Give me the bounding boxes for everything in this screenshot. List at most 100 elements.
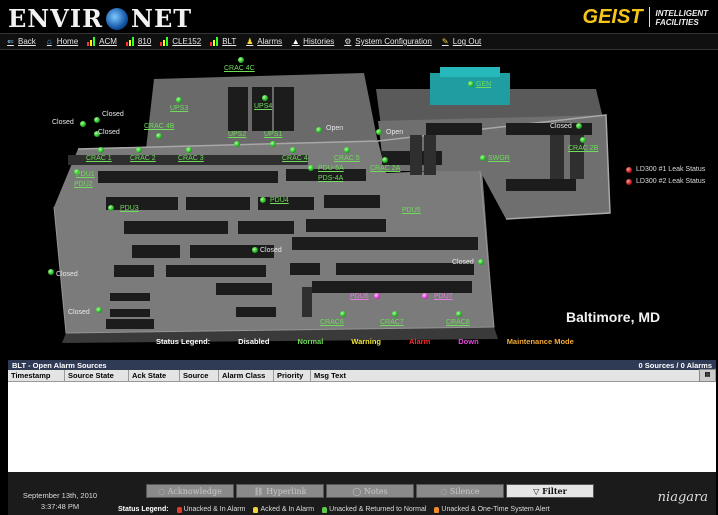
- bell-icon: [176, 506, 182, 513]
- unit-label-crac8[interactable]: CRAC8: [446, 319, 470, 326]
- unit-label-crac-4[interactable]: CRAC 4: [282, 155, 308, 162]
- status-dot[interactable]: [344, 147, 350, 153]
- status-dot[interactable]: [156, 133, 162, 139]
- unit-label-gen[interactable]: GEN: [476, 81, 491, 88]
- unit-label-crac-2b[interactable]: CRAC 2B: [568, 145, 598, 152]
- status-dot[interactable]: [576, 123, 582, 129]
- status-dot[interactable]: [392, 311, 398, 317]
- unit-label-ups2[interactable]: UPS2: [228, 131, 246, 138]
- unit-label-pdu5[interactable]: PDU5: [402, 207, 421, 214]
- unit-label-crac-3[interactable]: CRAC 3: [178, 155, 204, 162]
- unit-label-pdu1[interactable]: PDU1: [76, 171, 95, 178]
- unit-label-crac-5[interactable]: CRAC 5: [334, 155, 360, 162]
- legend-down: Down: [458, 337, 479, 346]
- bar-chart-icon: [160, 37, 169, 46]
- col-timestamp[interactable]: Timestamp: [8, 370, 65, 381]
- silence-button[interactable]: ◌ Silence: [416, 484, 504, 498]
- acknowledge-button[interactable]: ◌ Acknowledge: [146, 484, 234, 498]
- nav-810[interactable]: 810: [125, 37, 151, 46]
- nav-cle152[interactable]: CLE152: [160, 37, 201, 46]
- status-dot[interactable]: [108, 205, 114, 211]
- status-dot[interactable]: [252, 247, 258, 253]
- nav-back[interactable]: ⇐ Back: [6, 37, 36, 46]
- globe-icon: [106, 8, 129, 30]
- status-dot[interactable]: [580, 137, 586, 143]
- status-dot[interactable]: [480, 155, 486, 161]
- filter-button[interactable]: ▽ Filter: [506, 484, 594, 498]
- unit-label-crac7[interactable]: CRAC7: [380, 319, 404, 326]
- status-dot[interactable]: [238, 57, 244, 63]
- nav-blt[interactable]: BLT: [210, 37, 236, 46]
- unit-label-crac-4c[interactable]: CRAC 4C: [224, 65, 255, 72]
- nav-bar: ⇐ Back ⌂ Home ACM 810 CLE152 BLT ♟ Alarms ▲…: [0, 33, 718, 50]
- leak-status-dot[interactable]: [626, 167, 632, 173]
- home-icon: ⌂: [46, 37, 52, 46]
- status-dot[interactable]: [382, 157, 388, 163]
- nav-alarms[interactable]: ♟ Alarms: [245, 37, 282, 46]
- nav-acm[interactable]: ACM: [87, 37, 117, 46]
- bell-icon: [434, 506, 440, 513]
- unit-label-pdu3[interactable]: PDU3: [120, 205, 139, 212]
- unit-label-crac6[interactable]: CRAC6: [320, 319, 344, 326]
- status-dot-down[interactable]: [422, 293, 428, 299]
- leak-status-2[interactable]: LD300 #2 Leak Status: [636, 178, 705, 185]
- alarm-panel-header: BLT - Open Alarm Sources 0 Sources / 0 A…: [8, 360, 716, 370]
- status-dot[interactable]: [98, 147, 104, 153]
- status-dot[interactable]: [316, 127, 322, 133]
- alarm-table[interactable]: Timestamp Source State Ack State Source …: [8, 369, 716, 472]
- unit-label-crac-1[interactable]: CRAC 1: [86, 155, 112, 162]
- status-dot[interactable]: [260, 197, 266, 203]
- alarm-legend-title: Status Legend:: [118, 506, 169, 513]
- hyperlink-button[interactable]: ⛓ Hyperlink: [236, 484, 324, 498]
- col-msg-text[interactable]: Msg Text: [311, 370, 357, 381]
- status-dot[interactable]: [96, 307, 102, 313]
- status-dot[interactable]: [456, 311, 462, 317]
- status-dot[interactable]: [290, 147, 296, 153]
- col-priority[interactable]: Priority: [274, 370, 311, 381]
- legend-warning: Warning: [351, 337, 381, 346]
- col-source[interactable]: Source: [180, 370, 219, 381]
- unit-label-pdu4[interactable]: PDU4: [270, 197, 289, 204]
- leak-status-dot[interactable]: [626, 179, 632, 185]
- unit-label-pdu6[interactable]: PDU6: [350, 293, 369, 300]
- col-source-state[interactable]: Source State: [65, 370, 129, 381]
- unit-label-ups1[interactable]: UPS1: [264, 131, 282, 138]
- unit-label-crac-2a[interactable]: CRAC 2A: [370, 165, 400, 172]
- nav-log-out[interactable]: ✎ Log Out: [441, 37, 481, 46]
- status-dot[interactable]: [94, 117, 100, 123]
- unit-label-pdu7[interactable]: PDU7: [434, 293, 453, 300]
- status-dot[interactable]: [136, 147, 142, 153]
- status-dot[interactable]: [270, 141, 276, 147]
- nav-home[interactable]: ⌂ Home: [45, 37, 78, 46]
- status-dot[interactable]: [376, 129, 382, 135]
- column-chooser-icon[interactable]: ▤: [699, 369, 716, 382]
- status-dot[interactable]: [340, 311, 346, 317]
- status-dot[interactable]: [308, 165, 314, 171]
- status-dot[interactable]: [80, 121, 86, 127]
- status-dot[interactable]: [186, 147, 192, 153]
- unit-label-swgr[interactable]: SWGR: [488, 155, 510, 162]
- unit-label-pdu-5a[interactable]: PDU-5A: [318, 165, 344, 172]
- status-dot[interactable]: [176, 97, 182, 103]
- col-ack-state[interactable]: Ack State: [129, 370, 180, 381]
- notes-button[interactable]: ◯ Notes: [326, 484, 414, 498]
- nav-histories[interactable]: ▲ Histories: [291, 37, 335, 46]
- unit-label-ups4[interactable]: UPS4: [254, 103, 272, 110]
- leak-status-1[interactable]: LD300 #1 Leak Status: [636, 166, 705, 173]
- door-state: Closed: [102, 111, 124, 118]
- status-dot[interactable]: [468, 81, 474, 87]
- unit-label-pdu2[interactable]: PDU2: [74, 181, 93, 188]
- col-alarm-class[interactable]: Alarm Class: [219, 370, 274, 381]
- status-dot[interactable]: [478, 259, 484, 265]
- unit-label-pds-4a[interactable]: PDS-4A: [318, 175, 343, 182]
- door-state: Closed: [260, 247, 282, 254]
- status-dot[interactable]: [234, 141, 240, 147]
- status-dot-down[interactable]: [374, 293, 380, 299]
- unit-label-crac-2[interactable]: CRAC 2: [130, 155, 156, 162]
- unit-label-ups3[interactable]: UPS3: [170, 105, 188, 112]
- legend-maintenance: Maintenance Mode: [506, 337, 574, 346]
- nav-system-configuration[interactable]: ⚙ System Configuration: [343, 37, 432, 46]
- status-dot[interactable]: [48, 269, 54, 275]
- status-dot[interactable]: [262, 95, 268, 101]
- unit-label-crac-4b[interactable]: CRAC 4B: [144, 123, 174, 130]
